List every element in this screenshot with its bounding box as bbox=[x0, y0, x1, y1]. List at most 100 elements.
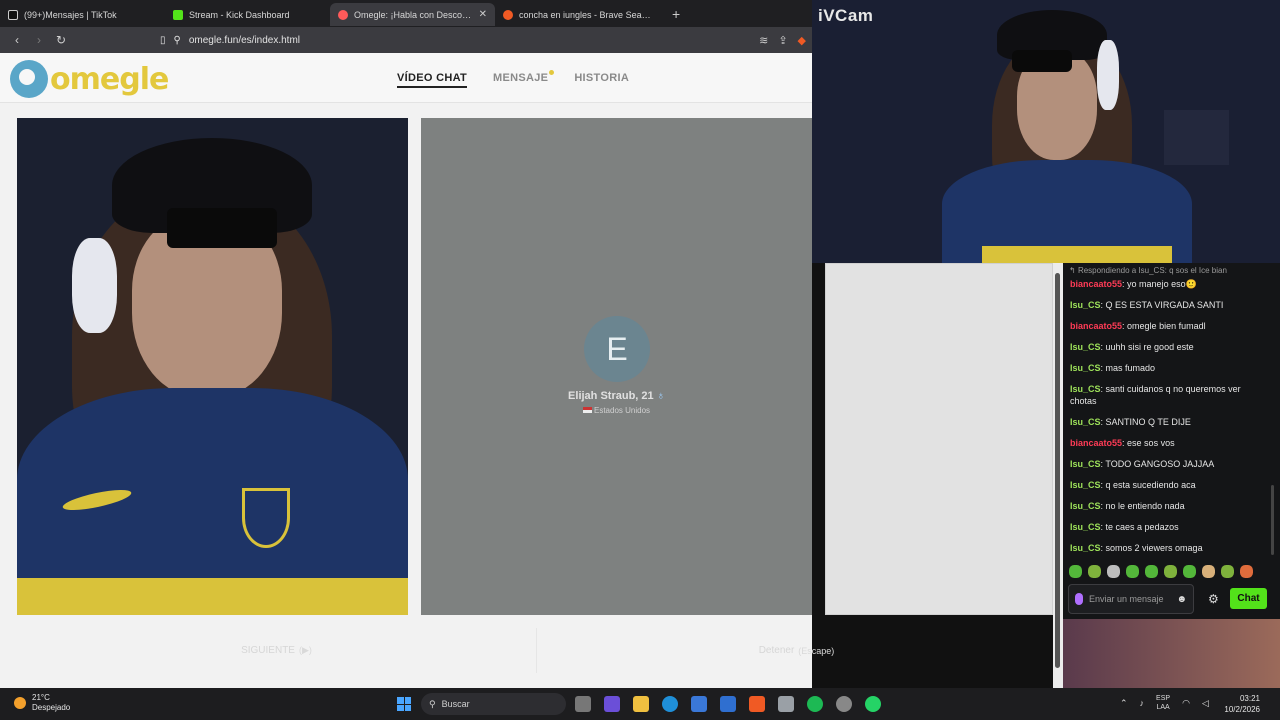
site-info-icon[interactable]: ⚲ bbox=[174, 35, 181, 46]
reload-icon[interactable]: ↻ bbox=[54, 33, 68, 47]
emote-icon[interactable] bbox=[1145, 565, 1158, 578]
clock[interactable]: 03:21 10/2/2026 bbox=[1224, 693, 1260, 715]
emote-icon[interactable] bbox=[1088, 565, 1101, 578]
chat-scrollbar[interactable] bbox=[1271, 485, 1274, 555]
chat-input[interactable]: Enviar un mensaje ☻ bbox=[1068, 584, 1194, 614]
obs-icon[interactable] bbox=[836, 696, 852, 712]
chat-message: biancaato55: omegle bien fumadl bbox=[1070, 320, 1268, 332]
back-icon[interactable]: ‹ bbox=[10, 33, 24, 47]
lang-bottom: LAA bbox=[1156, 704, 1170, 711]
scrollbar-thumb[interactable] bbox=[1055, 273, 1060, 668]
chat-username[interactable]: biancaato55 bbox=[1070, 438, 1122, 448]
task-view-icon[interactable] bbox=[575, 696, 591, 712]
tab-brave-search[interactable]: concha en iungles - Brave Search bbox=[495, 3, 660, 26]
brave-browser-icon[interactable] bbox=[749, 696, 765, 712]
next-key: (▶) bbox=[298, 645, 312, 655]
tab-title: Omegle: ¡Habla con Desconocidos! bbox=[354, 9, 473, 20]
edge-icon[interactable] bbox=[662, 696, 678, 712]
lang-top: ESP bbox=[1156, 695, 1171, 702]
forward-icon[interactable]: › bbox=[32, 33, 46, 47]
chat-username[interactable]: biancaato55 bbox=[1070, 321, 1122, 331]
person-sunglasses bbox=[167, 208, 277, 248]
emote-icon[interactable] bbox=[1240, 565, 1253, 578]
nav-message[interactable]: MENSAJE bbox=[493, 70, 555, 88]
close-tab-icon[interactable]: ✕ bbox=[479, 9, 487, 20]
chat-username[interactable]: Isu_CS bbox=[1070, 342, 1101, 352]
emote-icon[interactable] bbox=[1069, 565, 1082, 578]
tab-title: (99+)Mensajes | TikTok bbox=[24, 9, 117, 20]
clock-time: 03:21 bbox=[1239, 694, 1260, 703]
chat-username[interactable]: Isu_CS bbox=[1070, 300, 1101, 310]
emote-icon[interactable] bbox=[1183, 565, 1196, 578]
verified-icon: ♁ bbox=[656, 390, 665, 402]
emote-icon[interactable] bbox=[1164, 565, 1177, 578]
chevron-up-icon[interactable]: ⌃ bbox=[1120, 698, 1128, 709]
spotify-icon[interactable] bbox=[807, 696, 823, 712]
emote-icon[interactable] bbox=[1221, 565, 1234, 578]
chat-username[interactable]: Isu_CS bbox=[1070, 363, 1101, 373]
nav-video-chat[interactable]: VÍDEO CHAT bbox=[397, 72, 468, 88]
app-icon[interactable] bbox=[778, 696, 794, 712]
reader-icon[interactable]: ≋ bbox=[759, 34, 768, 47]
weather-widget[interactable]: 21°C Despejado bbox=[14, 693, 70, 713]
omegle-icon bbox=[338, 9, 348, 20]
emote-icon[interactable] bbox=[1202, 565, 1215, 578]
us-flag-icon bbox=[582, 407, 592, 413]
microphone-icon[interactable] bbox=[1075, 593, 1083, 605]
file-explorer-icon[interactable] bbox=[633, 696, 649, 712]
omegle-logo[interactable]: omegle bbox=[10, 60, 169, 98]
whatsapp-icon[interactable] bbox=[865, 696, 881, 712]
nav-history[interactable]: HISTORIA bbox=[574, 72, 629, 88]
tab-tiktok[interactable]: (99+)Mensajes | TikTok bbox=[0, 3, 165, 26]
tab-omegle[interactable]: Omegle: ¡Habla con Desconocidos! ✕ bbox=[330, 3, 495, 26]
controls-bar: SIGUIENTE (▶) Detener (Escape) bbox=[17, 628, 1057, 673]
bookmark-icon[interactable]: ▯ bbox=[160, 35, 166, 46]
mail-icon[interactable] bbox=[720, 696, 736, 712]
volume-icon[interactable]: ◁ bbox=[1202, 698, 1209, 709]
wifi-icon[interactable]: ◠ bbox=[1182, 698, 1190, 709]
chat-text: ese sos vos bbox=[1127, 438, 1175, 448]
chat-settings-icon[interactable]: ⚙ bbox=[1208, 592, 1219, 606]
tab-kick[interactable]: Stream - Kick Dashboard bbox=[165, 3, 330, 26]
peer-name-text: Elijah Straub, 21 bbox=[568, 390, 654, 402]
omegle-side-panel bbox=[825, 263, 1053, 615]
taskbar-search[interactable]: ⚲ Buscar bbox=[421, 693, 566, 715]
next-label: SIGUIENTE bbox=[241, 645, 295, 656]
weather-desc: Despejado bbox=[32, 703, 71, 712]
new-tab-button[interactable]: + bbox=[660, 6, 692, 22]
weather-sun-icon bbox=[14, 697, 26, 709]
widgets-icon[interactable] bbox=[604, 696, 620, 712]
tiktok-icon bbox=[8, 9, 18, 20]
webcam-person-sunglasses bbox=[1012, 50, 1072, 72]
language-indicator[interactable]: ESP LAA bbox=[1156, 694, 1170, 712]
clock-date: 10/2/2026 bbox=[1224, 705, 1260, 714]
omegle-page: omegle VÍDEO CHAT MENSAJE HISTORIA E Eli… bbox=[0, 53, 1057, 688]
chat-username[interactable]: Isu_CS bbox=[1070, 480, 1101, 490]
chat-username[interactable]: Isu_CS bbox=[1070, 459, 1101, 469]
chat-username[interactable]: Isu_CS bbox=[1070, 417, 1101, 427]
brave-shield-icon[interactable]: ◆ bbox=[798, 34, 806, 47]
url-text[interactable]: omegle.fun/es/index.html bbox=[189, 35, 300, 46]
chat-text: yo manejo eso🙂 bbox=[1127, 279, 1197, 289]
emote-icon[interactable] bbox=[1107, 565, 1120, 578]
address-bar[interactable]: ▯ ⚲ omegle.fun/es/index.html bbox=[160, 30, 720, 50]
emoji-icon[interactable]: ☻ bbox=[1176, 594, 1187, 605]
store-icon[interactable] bbox=[691, 696, 707, 712]
chat-text: no le entiendo nada bbox=[1105, 501, 1185, 511]
stop-button[interactable]: Detener (Escape) bbox=[537, 628, 1057, 673]
page-scrollbar[interactable] bbox=[1053, 263, 1063, 688]
tab-title: concha en iungles - Brave Search bbox=[519, 9, 652, 20]
chat-username[interactable]: Isu_CS bbox=[1070, 543, 1101, 553]
chat-username[interactable]: Isu_CS bbox=[1070, 501, 1101, 511]
emote-icon[interactable] bbox=[1126, 565, 1139, 578]
chat-username[interactable]: biancaato55 bbox=[1070, 279, 1122, 289]
chat-username[interactable]: Isu_CS bbox=[1070, 522, 1101, 532]
chat-input-placeholder[interactable]: Enviar un mensaje bbox=[1089, 594, 1170, 604]
chat-message: biancaato55: ese sos vos bbox=[1070, 437, 1268, 449]
mic-tray-icon[interactable]: ♪ bbox=[1140, 698, 1145, 708]
chat-send-button[interactable]: Chat bbox=[1230, 588, 1267, 609]
share-icon[interactable]: ⇪ bbox=[778, 34, 787, 47]
chat-username[interactable]: Isu_CS bbox=[1070, 384, 1101, 394]
start-button[interactable] bbox=[397, 697, 411, 711]
next-button[interactable]: SIGUIENTE (▶) bbox=[17, 628, 537, 673]
